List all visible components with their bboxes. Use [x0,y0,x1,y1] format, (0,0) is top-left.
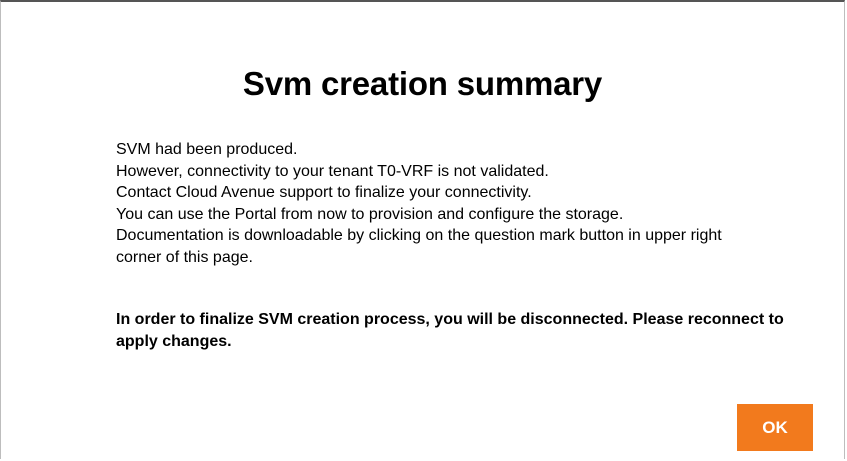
message-line: However, connectivity to your tenant T0-… [116,162,549,180]
svm-summary-dialog: Svm creation summary SVM had been produc… [0,0,845,459]
message-line: Documentation is downloadable by clickin… [116,227,722,244]
dialog-title: Svm creation summary [242,65,603,102]
message-line: corner of this page. [116,248,253,266]
dialog-message: SVM had been produced. However, connecti… [116,139,816,268]
message-line: You can use the Portal from now to provi… [116,205,624,223]
message-line: SVM had been produced. [116,141,298,158]
ok-button[interactable]: OK [737,404,813,451]
message-line: Contact Cloud Avenue support to finalize… [116,184,532,201]
disconnect-notice: In order to finalize SVM creation proces… [116,311,784,350]
